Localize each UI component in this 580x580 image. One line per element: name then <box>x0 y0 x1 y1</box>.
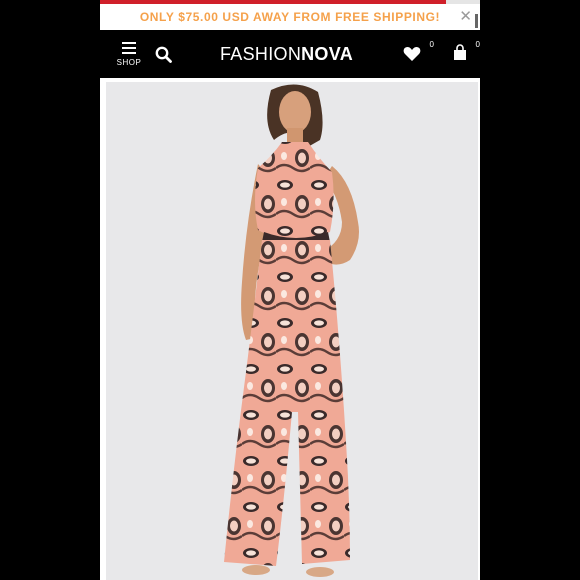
search-icon <box>155 46 172 63</box>
model-photo <box>106 82 478 580</box>
site-header: SHOP FASHION NOVA 0 0 <box>100 30 480 78</box>
cart-button[interactable]: 0 <box>452 40 480 66</box>
search-button[interactable] <box>154 45 174 65</box>
shop-menu-button[interactable]: SHOP <box>114 42 144 72</box>
mobile-viewport: ONLY $75.00 USD AWAY FROM FREE SHIPPING!… <box>100 0 480 580</box>
heart-icon <box>403 47 421 61</box>
wishlist-count: 0 <box>429 40 434 49</box>
product-image[interactable] <box>106 82 478 580</box>
cart-count: 0 <box>475 40 480 49</box>
shop-menu-label: SHOP <box>116 58 142 67</box>
fashion-nova-logo[interactable]: FASHION NOVA <box>220 44 353 66</box>
promo-banner: ONLY $75.00 USD AWAY FROM FREE SHIPPING!… <box>100 4 480 30</box>
logo-text-light: FASHION <box>220 44 302 64</box>
scrollbar[interactable] <box>475 14 478 28</box>
close-icon[interactable]: ✕ <box>459 8 472 26</box>
shopping-bag-icon <box>454 44 466 60</box>
hamburger-icon <box>122 42 136 57</box>
wishlist-button[interactable]: 0 <box>402 40 434 66</box>
logo-text-bold: NOVA <box>301 44 353 64</box>
promo-text: ONLY $75.00 USD AWAY FROM FREE SHIPPING! <box>139 10 441 24</box>
